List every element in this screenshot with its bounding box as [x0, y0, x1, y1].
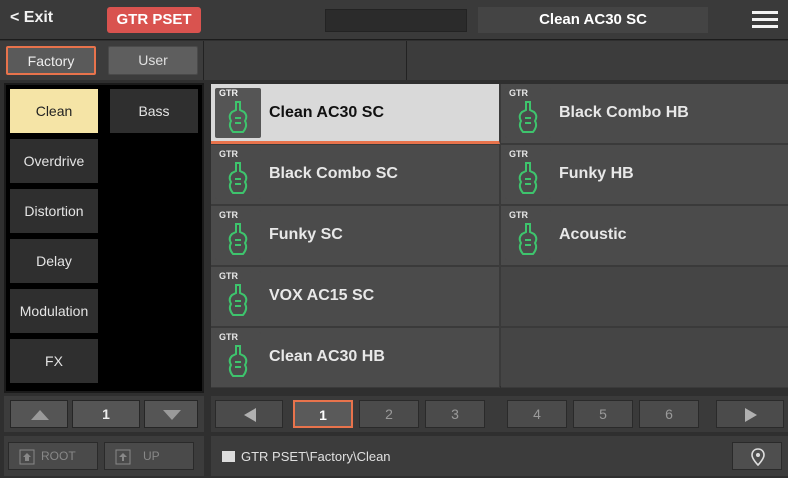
home-icon — [19, 449, 35, 465]
source-tab-bar: Factory User — [0, 41, 788, 80]
preset-tag: GTR — [219, 88, 238, 98]
category-bass[interactable]: Bass — [110, 89, 198, 133]
page-down-button[interactable] — [144, 400, 198, 428]
preset-tile-empty — [501, 328, 788, 388]
path-bar: GTR PSET\Factory\Clean — [211, 436, 788, 476]
preset-grid: GTR Clean AC30 SC GTR Black Combo HB GTR… — [211, 84, 788, 388]
folder-icon — [222, 451, 235, 462]
preset-name: VOX AC15 SC — [269, 287, 375, 304]
page-2[interactable]: 2 — [359, 400, 419, 428]
preset-tile-clean-ac30-hb[interactable]: GTR Clean AC30 HB — [211, 328, 500, 388]
preset-name: Acoustic — [559, 226, 627, 243]
root-button[interactable]: ROOT — [8, 442, 98, 470]
preset-name: Funky HB — [559, 165, 634, 182]
next-page-button[interactable] — [716, 400, 784, 428]
preset-tile-funky-sc[interactable]: GTR Funky SC — [211, 206, 500, 266]
preset-name: Clean AC30 HB — [269, 348, 385, 365]
page-1[interactable]: 1 — [293, 400, 353, 428]
preset-tag: GTR — [219, 271, 238, 281]
hamburger-menu-icon[interactable] — [752, 10, 778, 30]
exit-button[interactable]: < Exit — [10, 9, 53, 27]
location-pin-button[interactable] — [732, 442, 782, 470]
page-up-button[interactable] — [10, 400, 68, 428]
tab-user[interactable]: User — [108, 46, 198, 75]
preset-tile-empty — [501, 267, 788, 327]
preset-name: Black Combo SC — [269, 165, 398, 182]
category-clean[interactable]: Clean — [10, 89, 98, 133]
page-3[interactable]: 3 — [425, 400, 485, 428]
category-pager: 1 — [4, 396, 204, 432]
folder-navigation: ROOT UP — [4, 436, 204, 476]
category-delay[interactable]: Delay — [10, 239, 98, 283]
category-pager-value: 1 — [72, 400, 140, 428]
category-overdrive[interactable]: Overdrive — [10, 139, 98, 183]
location-pin-icon — [751, 448, 765, 466]
category-modulation[interactable]: Modulation — [10, 289, 98, 333]
category-fx[interactable]: FX — [10, 339, 98, 383]
category-distortion[interactable]: Distortion — [10, 189, 98, 233]
page-6[interactable]: 6 — [639, 400, 699, 428]
preset-tile-clean-ac30-sc[interactable]: GTR Clean AC30 SC — [211, 84, 500, 144]
current-preset-title: Clean AC30 SC — [478, 7, 708, 33]
preset-tag: GTR — [509, 210, 528, 220]
preset-tag: GTR — [219, 210, 238, 220]
preset-tag: GTR — [219, 332, 238, 342]
up-arrow-icon — [115, 449, 131, 465]
page-navigator: 1 2 3 4 5 6 — [211, 396, 788, 432]
root-label: ROOT — [41, 449, 76, 463]
preset-name: Black Combo HB — [559, 104, 689, 121]
preset-name: Clean AC30 SC — [269, 104, 384, 121]
prev-page-button[interactable] — [215, 400, 283, 428]
preset-name: Funky SC — [269, 226, 343, 243]
up-button[interactable]: UP — [104, 442, 194, 470]
preset-tile-acoustic[interactable]: GTR Acoustic — [501, 206, 788, 266]
preset-tag: GTR — [509, 88, 528, 98]
category-panel: Clean Bass Overdrive Distortion Delay Mo… — [4, 83, 204, 393]
preset-tag: GTR — [219, 149, 238, 159]
preset-tile-vox-ac15-sc[interactable]: GTR VOX AC15 SC — [211, 267, 500, 327]
top-empty-field — [325, 9, 467, 32]
page-4[interactable]: 4 — [507, 400, 567, 428]
up-label: UP — [143, 449, 160, 463]
preset-tag: GTR — [509, 149, 528, 159]
preset-tile-black-combo-sc[interactable]: GTR Black Combo SC — [211, 145, 500, 205]
preset-tile-funky-hb[interactable]: GTR Funky HB — [501, 145, 788, 205]
tab-factory[interactable]: Factory — [6, 46, 96, 75]
preset-tile-black-combo-hb[interactable]: GTR Black Combo HB — [501, 84, 788, 144]
current-path: GTR PSET\Factory\Clean — [241, 449, 391, 464]
top-bar: < Exit GTR PSET Clean AC30 SC — [0, 0, 788, 40]
mode-badge: GTR PSET — [107, 7, 201, 33]
page-5[interactable]: 5 — [573, 400, 633, 428]
